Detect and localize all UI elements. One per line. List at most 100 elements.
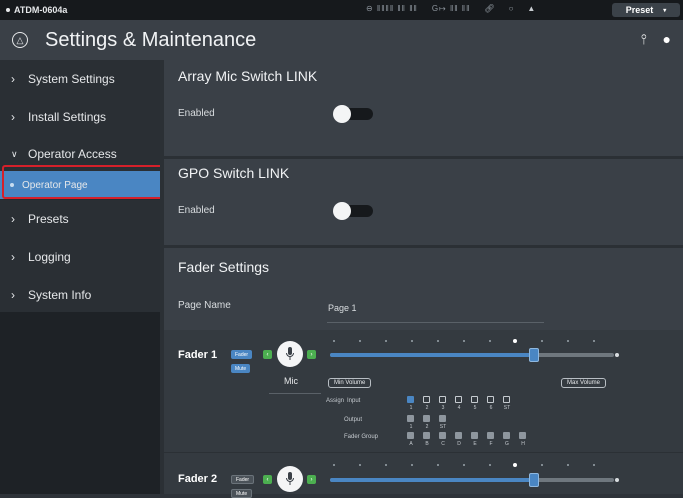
input-meter-icon: ⊖ ‖‖‖‖ ‖‖ ‖‖ [366, 4, 418, 13]
input-num: 2 [425, 405, 429, 411]
input-checkbox-5[interactable] [471, 396, 478, 403]
page-name-input[interactable]: Page 1 [328, 303, 357, 313]
group-letter: C [441, 441, 445, 447]
input-checkbox-2[interactable] [423, 396, 430, 403]
page-title: Settings & Maintenance [45, 28, 257, 51]
sidebar-item-logging[interactable]: › Logging [0, 238, 160, 276]
chevron-right-icon: › [11, 72, 15, 86]
output-num: 1 [409, 424, 413, 430]
output-num: ST [439, 424, 447, 430]
scale-tick [333, 340, 335, 342]
chevron-right-icon: › [11, 110, 15, 124]
fader-chip[interactable]: Fader [231, 475, 255, 484]
group-checkbox-g[interactable] [503, 432, 510, 439]
max-volume-button[interactable]: Max Volume [561, 378, 607, 388]
status-indicators: ⊖ ‖‖‖‖ ‖‖ ‖‖ G↦ ‖‖ ‖‖ 🔗︎ ○ ▲ [366, 4, 535, 13]
mic-label: Mic [284, 376, 298, 386]
output-checkbox-1[interactable] [407, 415, 414, 422]
input-checkbox-1[interactable] [407, 396, 414, 403]
scale-tick [411, 340, 413, 342]
fader-2-thumb[interactable] [529, 473, 540, 487]
scale-tick [437, 340, 439, 342]
prev-arrow-icon[interactable]: ‹ [263, 475, 272, 484]
group-checkbox-a[interactable] [407, 432, 414, 439]
sidebar-item-label: System Settings [28, 72, 115, 86]
input-num: ST [503, 405, 511, 411]
gpo-title: GPO Switch LINK [178, 165, 290, 181]
page-name-label: Page Name [178, 300, 231, 311]
fader-1-row: Fader 1 Fader Mute ‹ › Mic Min Volume Ma… [164, 330, 683, 452]
group-letter: F [489, 441, 493, 447]
logo-icon: △ [12, 32, 28, 48]
mic-button[interactable] [277, 466, 303, 492]
main-content: Array Mic Switch LINK Enabled GPO Switch… [160, 60, 683, 498]
group-letter: H [521, 441, 525, 447]
gpo-enabled-toggle[interactable] [333, 202, 373, 220]
device-name: ATDM-0604a [6, 5, 67, 15]
fader-1-thumb[interactable] [529, 348, 540, 362]
device-status-bar: ATDM-0604a ⊖ ‖‖‖‖ ‖‖ ‖‖ G↦ ‖‖ ‖‖ 🔗︎ ○ ▲ … [0, 0, 683, 20]
group-checkbox-d[interactable] [455, 432, 462, 439]
group-letter: B [425, 441, 429, 447]
scale-tick [463, 464, 465, 466]
input-checkbox-4[interactable] [455, 396, 462, 403]
scale-tick [489, 340, 491, 342]
warning-icon: ▲ [527, 4, 536, 13]
scale-tick [489, 464, 491, 466]
scale-tick [593, 464, 595, 466]
group-checkbox-e[interactable] [471, 432, 478, 439]
output-checkbox-st[interactable] [439, 415, 446, 422]
input-checkbox-6[interactable] [487, 396, 494, 403]
sidebar-item-label: System Info [28, 288, 92, 302]
mute-chip[interactable]: Mute [231, 364, 251, 373]
fader-2-track[interactable] [330, 478, 614, 482]
preset-dropdown[interactable]: Preset ▾ [612, 3, 680, 17]
chevron-down-icon: ▾ [663, 7, 667, 14]
fader-2-fill [330, 478, 535, 482]
group-checkbox-f[interactable] [487, 432, 494, 439]
sidebar-item-install-settings[interactable]: › Install Settings [0, 98, 160, 136]
sidebar-item-system-settings[interactable]: › System Settings [0, 60, 160, 98]
link-icon: 🔗︎ [484, 4, 495, 13]
input-checkbox-3[interactable] [439, 396, 446, 403]
scale-tick-current [513, 339, 517, 343]
input-num: 6 [489, 405, 493, 411]
toggle-knob [333, 202, 351, 220]
output-checkbox-2[interactable] [423, 415, 430, 422]
output-num: 2 [425, 424, 429, 430]
chevron-right-icon: › [11, 288, 15, 302]
user-icon[interactable]: ● [663, 31, 671, 48]
array-mic-panel: Array Mic Switch LINK Enabled [164, 60, 683, 156]
array-mic-enabled-toggle[interactable] [333, 105, 373, 123]
min-volume-button[interactable]: Min Volume [328, 378, 372, 388]
gpo-enabled-label: Enabled [178, 205, 215, 216]
selection-highlight [2, 165, 164, 199]
sidebar-item-label: Presets [28, 212, 69, 226]
preset-label: Preset [625, 5, 654, 15]
next-arrow-icon[interactable]: › [307, 475, 316, 484]
scale-tick [359, 340, 361, 342]
sidebar-item-system-info[interactable]: › System Info [0, 276, 160, 314]
group-checkbox-b[interactable] [423, 432, 430, 439]
fader-chip[interactable]: Fader [231, 350, 253, 359]
fader-1-name: Fader 1 [178, 349, 218, 361]
group-checkbox-h[interactable] [519, 432, 526, 439]
output-meter-icon: G↦ ‖‖ ‖‖ [431, 4, 471, 13]
input-num: 3 [441, 405, 445, 411]
radio-icon: ○ [508, 4, 514, 13]
fader-settings-title: Fader Settings [178, 259, 270, 275]
next-arrow-icon[interactable]: › [307, 350, 316, 359]
mixer-icon[interactable]: ⫯ [640, 31, 646, 48]
sidebar: › System Settings › Install Settings ∨ Oper… [0, 60, 160, 494]
group-checkbox-c[interactable] [439, 432, 446, 439]
scale-tick [437, 464, 439, 466]
page-header: △ Settings & Maintenance ⫯ ● [0, 20, 683, 60]
input-checkbox-st[interactable] [503, 396, 510, 403]
scale-tick [411, 464, 413, 466]
mic-button[interactable] [277, 341, 303, 367]
scale-tick [593, 340, 595, 342]
prev-arrow-icon[interactable]: ‹ [263, 350, 272, 359]
fader-1-track[interactable] [330, 353, 614, 357]
scale-tick [567, 464, 569, 466]
sidebar-item-presets[interactable]: › Presets [0, 200, 160, 238]
